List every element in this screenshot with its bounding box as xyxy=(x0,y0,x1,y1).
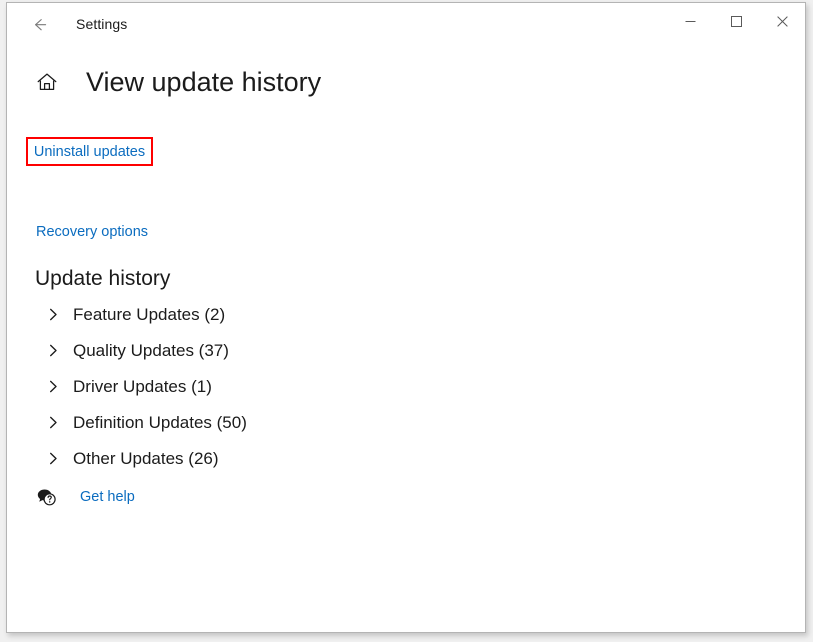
minimize-icon xyxy=(685,15,696,30)
title-bar: Settings xyxy=(7,3,805,45)
category-label: Feature Updates (2) xyxy=(73,304,226,324)
chevron-right-icon xyxy=(45,414,62,431)
close-button[interactable] xyxy=(759,3,805,41)
window-title: Settings xyxy=(76,16,128,32)
category-row-feature-updates[interactable]: Feature Updates (2) xyxy=(45,296,445,332)
chat-question-icon xyxy=(35,486,57,508)
chevron-right-icon xyxy=(45,378,62,395)
caption-buttons xyxy=(667,3,805,41)
minimize-button[interactable] xyxy=(667,3,713,41)
category-label: Quality Updates (37) xyxy=(73,340,229,360)
back-arrow-icon xyxy=(31,16,48,33)
close-icon xyxy=(776,15,788,30)
recovery-options-link[interactable]: Recovery options xyxy=(36,223,148,241)
get-help-row[interactable]: Get help xyxy=(35,486,135,508)
category-row-quality-updates[interactable]: Quality Updates (37) xyxy=(45,332,445,368)
category-label: Other Updates (26) xyxy=(73,448,219,468)
uninstall-updates-highlight-box: Uninstall updates xyxy=(26,137,153,166)
maximize-icon xyxy=(730,15,742,30)
page-title: View update history xyxy=(86,66,322,97)
home-icon[interactable] xyxy=(35,70,59,94)
maximize-button[interactable] xyxy=(713,3,759,41)
uninstall-updates-link[interactable]: Uninstall updates xyxy=(34,143,145,161)
category-row-other-updates[interactable]: Other Updates (26) xyxy=(45,440,445,476)
get-help-link[interactable]: Get help xyxy=(80,488,135,506)
category-label: Driver Updates (1) xyxy=(73,376,212,396)
update-history-heading: Update history xyxy=(35,267,171,290)
settings-window: Settings View update history Uninstall u… xyxy=(6,2,806,633)
category-row-definition-updates[interactable]: Definition Updates (50) xyxy=(45,404,445,440)
page-content: View update history Uninstall updates Re… xyxy=(7,62,805,632)
page-header: View update history xyxy=(35,62,805,102)
update-categories-list: Feature Updates (2) Quality Updates (37)… xyxy=(45,296,445,476)
chevron-right-icon xyxy=(45,306,62,323)
category-label: Definition Updates (50) xyxy=(73,412,247,432)
back-button[interactable] xyxy=(17,8,61,40)
chevron-right-icon xyxy=(45,450,62,467)
chevron-right-icon xyxy=(45,342,62,359)
category-row-driver-updates[interactable]: Driver Updates (1) xyxy=(45,368,445,404)
